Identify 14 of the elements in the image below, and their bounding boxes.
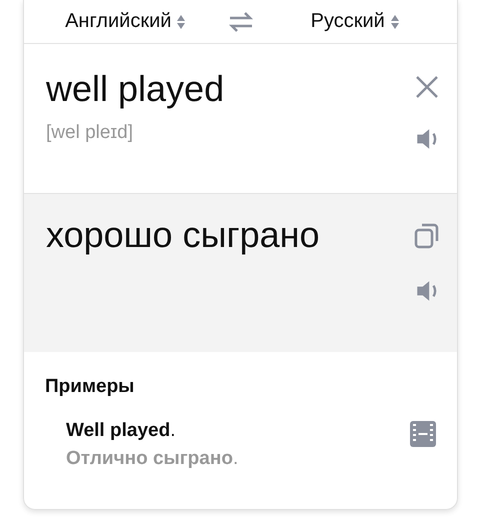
film-icon[interactable] xyxy=(409,420,437,448)
example-translation: Отлично сыграно. xyxy=(66,448,240,470)
swap-icon[interactable] xyxy=(228,10,254,32)
transcription: [wel pleɪd] xyxy=(46,122,134,144)
copy-icon[interactable] xyxy=(414,222,440,250)
example-sentence: Well played. xyxy=(66,420,176,442)
close-icon[interactable] xyxy=(414,74,440,100)
examples-title: Примеры xyxy=(45,376,136,398)
sort-icon xyxy=(390,12,400,30)
source-text[interactable]: well played xyxy=(46,68,411,110)
sort-icon xyxy=(176,12,186,30)
target-language-button[interactable]: Русский xyxy=(254,10,457,33)
source-language-button[interactable]: Английский xyxy=(24,10,228,33)
translation-text: хорошо сыграно xyxy=(46,214,321,256)
